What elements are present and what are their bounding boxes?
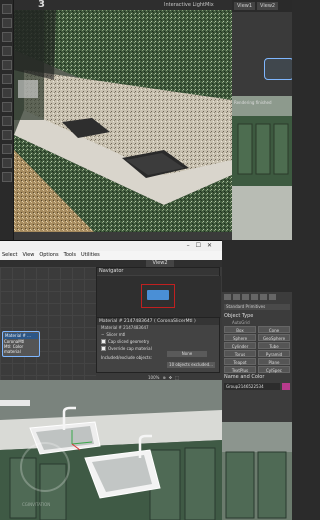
cap-geometry-label: Cap sliced geometry xyxy=(108,339,150,344)
menu-select[interactable]: Select xyxy=(2,251,17,260)
name-row: Group2146522534 xyxy=(224,383,290,390)
slate-material-editor: –☐✕ Select View Options Tools Utilities … xyxy=(0,240,222,381)
window-controls[interactable]: –☐✕ xyxy=(187,242,218,249)
slate-toolbar: View2 xyxy=(0,260,222,267)
cap-geometry-row: Cap sliced geometry xyxy=(97,338,219,345)
node-footer: Mtl: Color material xyxy=(4,344,24,354)
command-tabs xyxy=(222,292,292,302)
collapse-icon[interactable]: − xyxy=(101,331,104,338)
slate-menubar: Select View Options Tools Utilities xyxy=(0,251,222,260)
menu-options[interactable]: Options xyxy=(39,251,58,260)
plane-button[interactable]: Plane xyxy=(258,358,290,365)
settings-tool-icon[interactable] xyxy=(2,102,12,112)
cone-button[interactable]: Cone xyxy=(258,326,290,333)
history-tool-icon[interactable] xyxy=(2,116,12,126)
select-tool-icon[interactable] xyxy=(2,4,12,14)
region-tool-icon[interactable] xyxy=(2,144,12,154)
scale-tool-icon[interactable] xyxy=(2,46,12,56)
material-header: Material # 2147483647 ( CoronaSlicerMtl … xyxy=(97,318,219,325)
rotate-tool-icon[interactable] xyxy=(2,32,12,42)
camera-tool-icon[interactable] xyxy=(2,74,12,84)
include-exclude-label: Included/exclude objects: xyxy=(101,355,153,360)
override-cap-label: Override cap material xyxy=(108,346,152,351)
display-tab-icon[interactable] xyxy=(260,294,267,300)
menu-tools[interactable]: Tools xyxy=(64,251,76,260)
navigator-node-preview xyxy=(147,290,169,300)
tab-view2[interactable]: View2 xyxy=(257,2,279,10)
save-tool-icon[interactable] xyxy=(2,130,12,140)
object-color-swatch[interactable] xyxy=(282,383,290,390)
kitchen-render xyxy=(14,10,232,232)
watermark-text: CGINVITATION xyxy=(22,502,51,507)
node-view[interactable]: Material # ... CoronaMtl Mtl: Color mate… xyxy=(0,267,96,381)
tube-button[interactable]: Tube xyxy=(258,342,290,349)
navigator-canvas[interactable] xyxy=(97,276,221,318)
navigator-panel: Navigator xyxy=(96,267,221,318)
layers-tool-icon[interactable] xyxy=(2,172,12,182)
section-label: Slicer mtl xyxy=(106,332,126,337)
pyramid-button[interactable]: Pyramid xyxy=(258,350,290,357)
mini-kitchen-render xyxy=(232,96,292,240)
color-tool-icon[interactable] xyxy=(2,158,12,168)
cylinder-button[interactable]: Cylinder xyxy=(224,342,256,349)
teapot-button[interactable]: Teapot xyxy=(224,358,256,365)
render-titlebar: Interactive LightMix xyxy=(14,0,232,10)
render-window: Interactive LightMix 3 View1 View2 Rende… xyxy=(0,0,292,240)
modify-tab-icon[interactable] xyxy=(233,294,240,300)
right-panel: View1 View2 Rendering finished xyxy=(232,0,292,240)
mini-viewport[interactable] xyxy=(232,96,292,240)
object-name-input[interactable]: Group2146522534 xyxy=(224,383,280,390)
motion-tab-icon[interactable] xyxy=(251,294,258,300)
slate-titlebar: –☐✕ xyxy=(0,241,222,251)
render-viewport[interactable] xyxy=(14,10,232,232)
navigator-title: Navigator xyxy=(97,268,219,275)
object-type-header[interactable]: Object Type xyxy=(222,312,292,320)
command-panel: Standard Primitives Object Type AutoGrid… xyxy=(222,292,292,422)
cylspec-button[interactable]: CylSpec xyxy=(258,366,290,373)
cap-material-button[interactable]: None xyxy=(167,351,207,357)
textplus-button[interactable]: TextPlus xyxy=(224,366,256,373)
geosphere-button[interactable]: GeoSphere xyxy=(258,334,290,341)
light-tool-icon[interactable] xyxy=(2,88,12,98)
material-node[interactable]: Material # ... CoronaMtl Mtl: Color mate… xyxy=(2,331,40,357)
tab-view1[interactable]: View1 xyxy=(234,2,256,10)
watermark-logo xyxy=(20,442,70,492)
torus-button[interactable]: Torus xyxy=(224,350,256,357)
exclude-objects-button[interactable]: 10 objects excluded... xyxy=(167,362,215,368)
render-status-label: Rendering finished xyxy=(234,100,272,105)
menu-utilities[interactable]: Utilities xyxy=(81,251,100,260)
menu-view[interactable]: View xyxy=(22,251,34,260)
primitive-type-dropdown[interactable]: Standard Primitives xyxy=(224,304,290,310)
override-cap-checkbox[interactable] xyxy=(101,346,106,351)
move-tool-icon[interactable] xyxy=(2,18,12,28)
render-tool-icon[interactable] xyxy=(2,60,12,70)
sphere-button[interactable]: Sphere xyxy=(224,334,256,341)
tab-view2-slate[interactable]: View2 xyxy=(146,260,174,267)
utilities-tab-icon[interactable] xyxy=(269,294,276,300)
slicer-section[interactable]: − Slicer mtl xyxy=(97,331,219,338)
name-color-header[interactable]: Name and Color xyxy=(222,373,292,381)
view-tabs: View1 View2 xyxy=(232,0,292,12)
cap-geometry-checkbox[interactable] xyxy=(101,339,106,344)
material-parameters: Material # 2147483647 ( CoronaSlicerMtl … xyxy=(96,317,220,373)
floating-dialog[interactable] xyxy=(264,58,292,80)
box-button[interactable]: Box xyxy=(224,326,256,333)
bottom-right-render xyxy=(222,422,292,520)
hierarchy-tab-icon[interactable] xyxy=(242,294,249,300)
primitive-buttons: Box Cone Sphere GeoSphere Cylinder Tube … xyxy=(222,326,292,373)
bottom-right-viewport[interactable] xyxy=(222,422,292,520)
number-label: 3 xyxy=(38,0,45,10)
app-root: Interactive LightMix 3 View1 View2 Rende… xyxy=(0,0,292,520)
create-tab-icon[interactable] xyxy=(224,294,231,300)
left-toolbar xyxy=(0,0,14,240)
